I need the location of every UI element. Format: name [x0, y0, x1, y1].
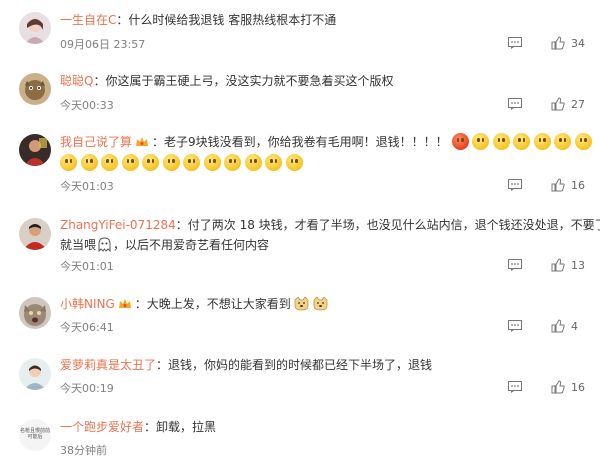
comment-text: ：你这属于霸王硬上弓，没这实力就不要急着买这个版权: [93, 74, 394, 88]
crown-badge-icon: [118, 299, 131, 308]
smiley-emoji-icon: [121, 154, 139, 171]
comment-reply-icon[interactable]: [508, 259, 522, 271]
username-link[interactable]: 小韩NING: [60, 297, 115, 311]
comment-reply-icon[interactable]: [508, 381, 522, 393]
comment-time: 今天01:01: [60, 260, 114, 273]
smiley-emoji-icon: [244, 154, 262, 171]
comment-text: ：老子9块钱没看到，你给我卷有毛用啊！退钱！！！！: [152, 135, 448, 149]
smiley-emoji-icon: [492, 133, 510, 150]
avatar[interactable]: 名枪且慢前前 可能后: [19, 419, 51, 451]
like-button[interactable]: 4: [551, 318, 578, 334]
thumbs-up-icon: [551, 380, 565, 394]
thumbs-up-icon: [551, 178, 565, 192]
comment-time: 今天00:33: [60, 99, 114, 112]
comment-reply-icon[interactable]: [508, 98, 522, 110]
comment-text: ：卸载，拉黑: [144, 420, 217, 434]
comment-time: 09月06日 23:57: [60, 38, 146, 51]
like-count: 16: [571, 380, 585, 394]
like-count: 13: [571, 258, 585, 272]
comment-time: 38分钟前: [60, 444, 107, 457]
username-link[interactable]: ZhangYiFei-071284: [60, 218, 176, 232]
smiley-emoji-icon: [574, 133, 592, 150]
like-button[interactable]: 16: [551, 177, 585, 193]
thumbs-up-icon: [551, 258, 565, 272]
avatar[interactable]: [19, 134, 51, 166]
like-count: 27: [571, 97, 585, 111]
username-link[interactable]: 聪聪Q: [60, 74, 93, 88]
avatar[interactable]: [19, 358, 51, 390]
comment-text: ：退钱，你妈的能看到的时候都已经下半场了，退钱: [156, 358, 433, 372]
smiley-emoji-icon: [101, 154, 118, 171]
comment-text: ：什么时候给我退钱 客服热线根本打不通: [116, 13, 337, 27]
avatar[interactable]: [19, 12, 51, 44]
smiley-emoji-icon: [472, 133, 490, 150]
like-button[interactable]: 27: [551, 96, 585, 112]
thumbs-up-icon: [551, 36, 565, 50]
username-link[interactable]: 一个跑步爱好者: [60, 420, 144, 434]
thumbs-up-icon: [551, 97, 565, 111]
like-button[interactable]: 34: [551, 35, 585, 51]
doge-emoji-icon: [294, 296, 309, 311]
like-button[interactable]: 13: [551, 257, 585, 273]
like-button[interactable]: 16: [551, 379, 585, 395]
smiley-emoji-icon: [60, 154, 77, 171]
angry-emoji-icon: [451, 133, 469, 150]
smiley-emoji-icon: [533, 133, 551, 150]
doge-emoji-icon: [313, 296, 328, 311]
smiley-emoji-icon: [162, 154, 180, 171]
smiley-emoji-icon: [513, 133, 531, 150]
avatar-caption: 名枪且慢前前 可能后: [19, 428, 50, 440]
comment-text: ：大晚上发，不想让大家看到: [134, 297, 291, 311]
comment-time: 今天00:19: [60, 382, 114, 395]
smiley-emoji-icon: [203, 154, 221, 171]
comment-reply-icon[interactable]: [508, 37, 522, 49]
smiley-emoji-icon: [285, 154, 303, 171]
thumbs-up-icon: [551, 319, 565, 333]
smiley-emoji-icon: [80, 154, 98, 171]
smiley-emoji-icon: [142, 154, 159, 171]
comment-text-cont: 就当喂: [60, 238, 97, 252]
like-count: 34: [571, 36, 585, 50]
username-link[interactable]: 一生自在C: [60, 13, 116, 27]
comment-text-cont: ，以后不用爱奇艺看任何内容: [113, 238, 270, 252]
comment-reply-icon[interactable]: [508, 320, 522, 332]
crown-badge-icon: [136, 137, 149, 146]
like-count: 4: [571, 319, 578, 333]
username-link[interactable]: 我自己说了算: [60, 135, 132, 149]
avatar[interactable]: [19, 218, 51, 250]
smiley-emoji-icon: [265, 154, 282, 171]
avatar[interactable]: [19, 73, 51, 105]
smiley-emoji-icon: [224, 154, 241, 171]
comment-reply-icon[interactable]: [508, 179, 522, 191]
avatar[interactable]: [19, 297, 51, 329]
smiley-emoji-icon: [554, 133, 572, 150]
smiley-emoji-icon: [183, 154, 200, 171]
comment-text: ：付了两次 18 块钱，才看了半场，也没见什么站内信，退个钱还没处退，不要了，: [175, 218, 600, 232]
comment-time: 今天06:41: [60, 321, 114, 334]
username-link[interactable]: 爱萝莉真是太丑了: [60, 358, 156, 372]
like-count: 16: [571, 178, 585, 192]
ghost-emoji-icon: [98, 237, 111, 252]
comment-time: 今天01:03: [60, 180, 114, 193]
